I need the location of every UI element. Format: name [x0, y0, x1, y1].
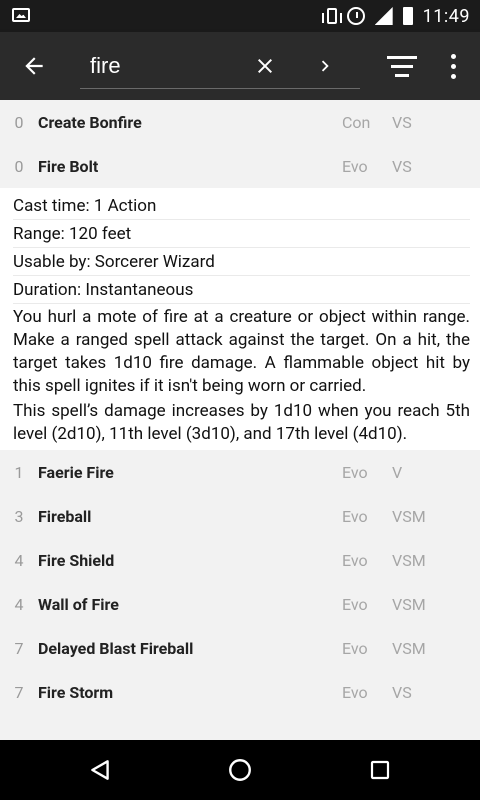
nav-recents-button[interactable]: [350, 740, 410, 800]
spell-row-wall-of-fire[interactable]: 4 Wall of Fire Evo VSM: [0, 582, 480, 626]
arrow-left-icon: [25, 57, 43, 75]
spell-school: Evo: [342, 682, 368, 702]
spell-components: VS: [392, 112, 412, 132]
spell-components: VS: [392, 156, 412, 176]
spell-name: Faerie Fire: [38, 462, 114, 482]
spell-name: Fireball: [38, 506, 92, 526]
spell-name: Create Bonfire: [38, 112, 142, 132]
spell-description: You hurl a mote of fire at a creature or…: [13, 307, 470, 396]
usable-by: Usable by: Sorcerer Wizard: [13, 248, 470, 276]
spell-school: Evo: [342, 506, 368, 526]
spell-name: Fire Shield: [38, 550, 115, 570]
spell-row-faerie-fire[interactable]: 1 Faerie Fire Evo V: [0, 450, 480, 494]
chevron-right-icon: [321, 60, 329, 72]
spell-level: 4: [14, 594, 24, 614]
spell-level: 7: [14, 638, 24, 658]
spell-name: Fire Storm: [38, 682, 114, 702]
spell-row-fire-shield[interactable]: 4 Fire Shield Evo VSM: [0, 538, 480, 582]
filter-button[interactable]: [380, 32, 424, 100]
spell-components: VSM: [392, 594, 426, 614]
range: Range: 120 feet: [13, 220, 470, 248]
spell-school: Con: [342, 112, 371, 132]
next-result-button[interactable]: [306, 32, 344, 100]
spell-row-fire-bolt[interactable]: 0 Fire Bolt Evo VS: [0, 144, 480, 188]
spell-name: Fire Bolt: [38, 156, 99, 176]
spell-level: 4: [14, 550, 24, 570]
circle-home-icon: [229, 759, 251, 781]
spell-details: Cast time: 1 Action Range: 120 feet Usab…: [0, 188, 480, 450]
spell-school: Evo: [342, 156, 368, 176]
spell-higher-levels: This spell’s damage increases by 1d10 wh…: [13, 401, 470, 444]
image-notification-icon: [12, 8, 30, 22]
spell-level: 0: [14, 112, 24, 132]
spell-school: Evo: [342, 462, 368, 482]
vibrate-icon: [321, 8, 342, 24]
spell-row-delayed-blast-fireball[interactable]: 7 Delayed Blast Fireball Evo VSM: [0, 626, 480, 670]
square-recents-icon: [370, 760, 390, 780]
spell-components: V: [392, 462, 403, 482]
spell-list: 0 Create Bonfire Con VS 0 Fire Bolt Evo …: [0, 100, 480, 740]
status-bar: 11:49: [0, 0, 480, 32]
spell-components: VS: [392, 682, 412, 702]
signal-icon: [374, 7, 393, 25]
spell-components: VSM: [392, 638, 426, 658]
more-options-button[interactable]: [436, 32, 470, 100]
spell-components: VSM: [392, 506, 426, 526]
filter-icon: [387, 55, 417, 77]
spell-school: Evo: [342, 638, 368, 658]
alarm-icon: [346, 7, 365, 25]
nav-back-button[interactable]: [70, 740, 130, 800]
system-nav-bar: [0, 740, 480, 800]
spell-level: 7: [14, 682, 24, 702]
spell-row-create-bonfire[interactable]: 0 Create Bonfire Con VS: [0, 100, 480, 144]
nav-home-button[interactable]: [210, 740, 270, 800]
spell-school: Evo: [342, 550, 368, 570]
spell-level: 0: [14, 156, 24, 176]
triangle-back-icon: [91, 760, 109, 780]
spell-row-fireball[interactable]: 3 Fireball Evo VSM: [0, 494, 480, 538]
cast-time: Cast time: 1 Action: [13, 192, 470, 220]
spell-name: Delayed Blast Fireball: [38, 638, 194, 658]
status-time: 11:49: [422, 5, 470, 27]
spell-name: Wall of Fire: [38, 594, 119, 614]
more-vertical-icon: [450, 53, 456, 79]
status-icons: 11:49: [321, 0, 470, 32]
close-icon: [258, 59, 272, 73]
duration: Duration: Instantaneous: [13, 276, 470, 304]
back-button[interactable]: [12, 32, 56, 100]
toolbar: [0, 32, 480, 100]
spell-components: VSM: [392, 550, 426, 570]
spell-level: 3: [14, 506, 24, 526]
spell-school: Evo: [342, 594, 368, 614]
battery-icon: [402, 7, 413, 25]
clear-search-button[interactable]: [246, 32, 284, 100]
spell-level: 1: [14, 462, 24, 482]
spell-row-fire-storm[interactable]: 7 Fire Storm Evo VS: [0, 670, 480, 714]
